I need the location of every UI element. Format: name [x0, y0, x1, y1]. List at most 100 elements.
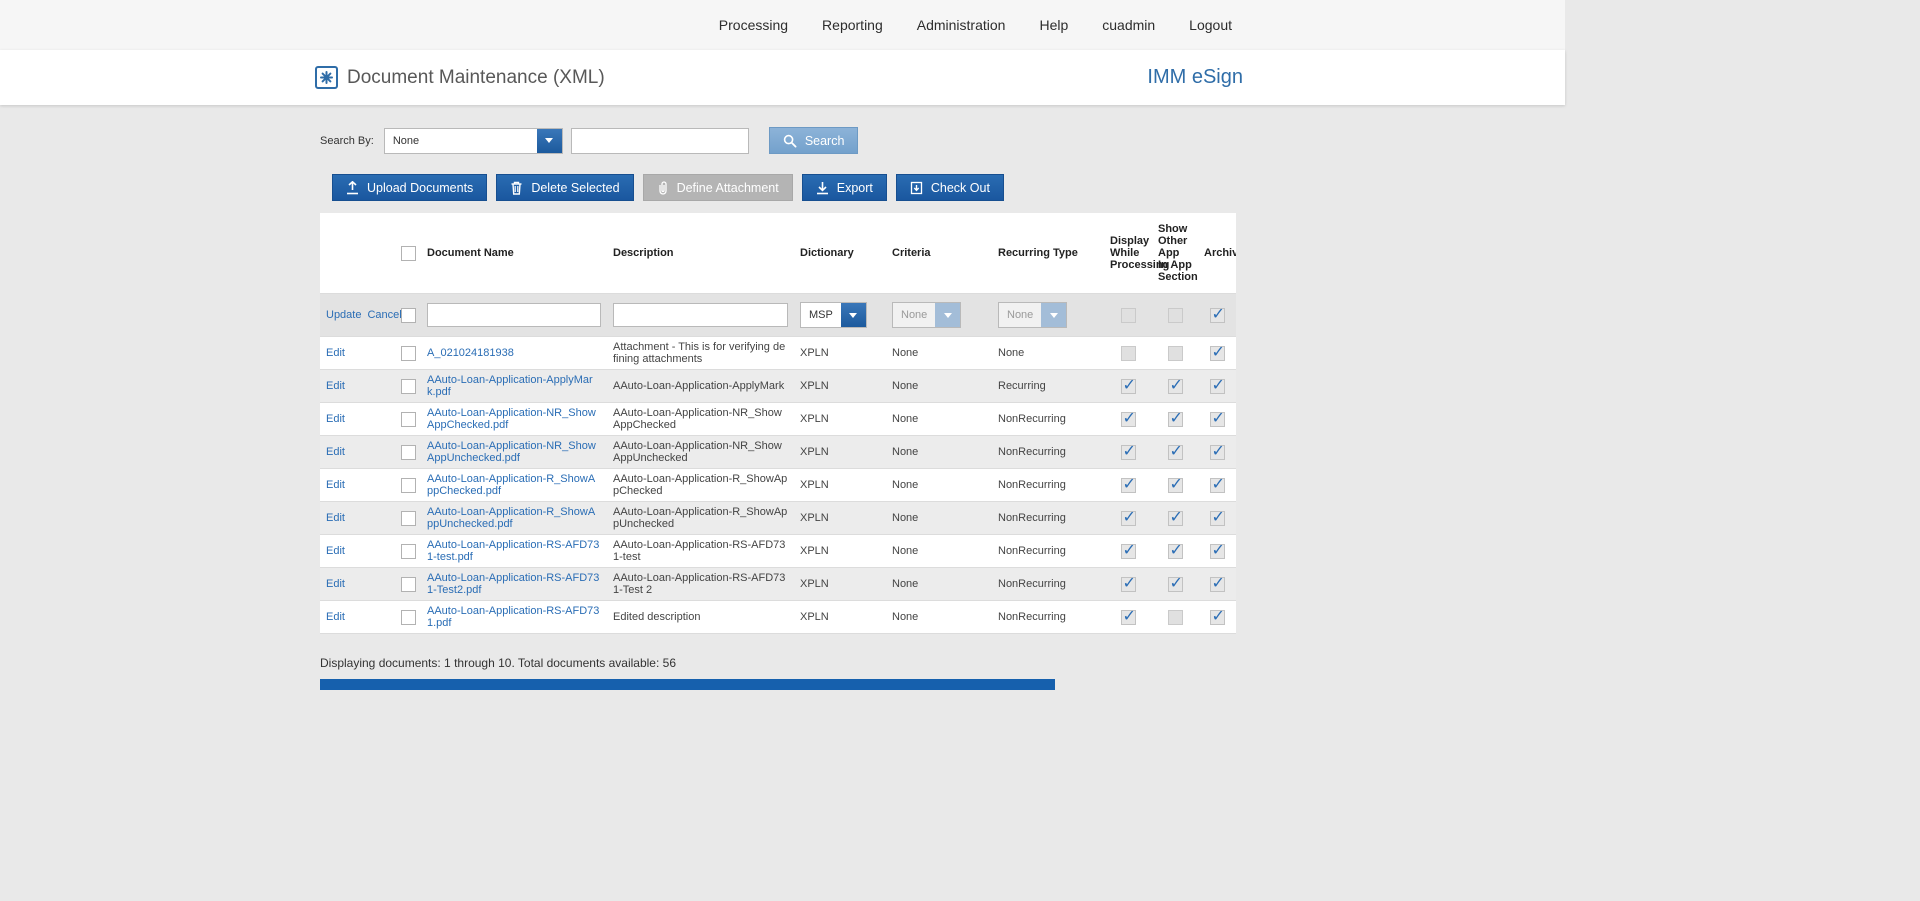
document-name-link[interactable]: AAuto-Loan-Application-RS-AFD731.pdf	[427, 605, 599, 629]
show-other-app-checkbox[interactable]	[1168, 544, 1183, 559]
show-other-app-checkbox[interactable]	[1168, 478, 1183, 493]
document-name-link[interactable]: AAuto-Loan-Application-R_ShowAppUnchecke…	[427, 506, 595, 530]
show-other-app-checkbox[interactable]	[1168, 379, 1183, 394]
document-name-link[interactable]: A_021024181938	[427, 347, 514, 359]
dictionary-cell: XPLN	[794, 469, 886, 502]
display-while-processing-checkbox[interactable]	[1121, 445, 1136, 460]
archive-header: Archiv	[1198, 213, 1236, 294]
display-while-processing-checkbox[interactable]	[1121, 610, 1136, 625]
display-while-processing-checkbox[interactable]	[1121, 511, 1136, 526]
edit-row-select-checkbox[interactable]	[401, 308, 416, 323]
show-other-app-checkbox[interactable]	[1168, 610, 1183, 625]
archive-checkbox[interactable]	[1210, 577, 1225, 592]
update-link[interactable]: Update	[326, 309, 361, 321]
archive-checkbox[interactable]	[1210, 478, 1225, 493]
brand-logo: IMM eSign	[1147, 66, 1243, 89]
document-name-link[interactable]: AAuto-Loan-Application-R_ShowAppChecked.…	[427, 473, 595, 497]
recurring-type-cell: None	[992, 337, 1104, 370]
edit-criteria-select[interactable]: None	[892, 302, 961, 328]
display-while-processing-checkbox[interactable]	[1121, 544, 1136, 559]
description-cell: AAuto-Loan-Application-R_ShowAppChecked	[607, 469, 794, 502]
row-select-checkbox[interactable]	[401, 478, 416, 493]
scrollbar-thumb[interactable]	[320, 679, 1055, 690]
edit-archive-checkbox[interactable]	[1210, 308, 1225, 323]
edit-recurring-type-select[interactable]: None	[998, 302, 1067, 328]
delete-selected-button[interactable]: Delete Selected	[496, 174, 633, 201]
row-select-checkbox[interactable]	[401, 610, 416, 625]
edit-link[interactable]: Edit	[326, 512, 345, 524]
show-other-app-checkbox[interactable]	[1168, 577, 1183, 592]
check-out-icon	[910, 181, 923, 195]
dictionary-cell: XPLN	[794, 337, 886, 370]
delete-selected-label: Delete Selected	[531, 181, 619, 195]
edit-link[interactable]: Edit	[326, 479, 345, 491]
archive-checkbox[interactable]	[1210, 379, 1225, 394]
edit-link[interactable]: Edit	[326, 545, 345, 557]
table-row: Edit A_021024181938 Attachment - This is…	[320, 337, 1236, 370]
row-select-checkbox[interactable]	[401, 412, 416, 427]
display-while-processing-checkbox[interactable]	[1121, 412, 1136, 427]
search-button[interactable]: Search	[769, 127, 859, 154]
main-content: Search By: None Search	[0, 105, 1565, 730]
define-attachment-button[interactable]: Define Attachment	[643, 174, 793, 201]
row-select-checkbox[interactable]	[401, 445, 416, 460]
document-name-link[interactable]: AAuto-Loan-Application-NR_ShowAppChecked…	[427, 407, 596, 431]
edit-dictionary-select[interactable]: MSP	[800, 302, 867, 328]
table-row: Edit AAuto-Loan-Application-RS-AFD731.pd…	[320, 601, 1236, 634]
row-select-checkbox[interactable]	[401, 511, 416, 526]
show-other-app-checkbox[interactable]	[1168, 412, 1183, 427]
table-row: Edit AAuto-Loan-Application-RS-AFD731-Te…	[320, 568, 1236, 601]
edit-display-checkbox[interactable]	[1121, 308, 1136, 323]
row-select-checkbox[interactable]	[401, 346, 416, 361]
edit-link[interactable]: Edit	[326, 413, 345, 425]
archive-checkbox[interactable]	[1210, 544, 1225, 559]
display-while-processing-checkbox[interactable]	[1121, 346, 1136, 361]
show-other-app-checkbox[interactable]	[1168, 445, 1183, 460]
edit-link[interactable]: Edit	[326, 380, 345, 392]
display-while-processing-checkbox[interactable]	[1121, 577, 1136, 592]
edit-link[interactable]: Edit	[326, 578, 345, 590]
archive-checkbox[interactable]	[1210, 610, 1225, 625]
dictionary-cell: XPLN	[794, 601, 886, 634]
nav-item-user-cuadmin[interactable]: cuadmin	[1102, 17, 1155, 33]
criteria-cell: None	[886, 568, 992, 601]
archive-checkbox[interactable]	[1210, 346, 1225, 361]
archive-checkbox[interactable]	[1210, 511, 1225, 526]
edit-name-input[interactable]	[427, 303, 601, 327]
archive-checkbox[interactable]	[1210, 445, 1225, 460]
nav-item-reporting[interactable]: Reporting	[822, 17, 883, 33]
edit-link[interactable]: Edit	[326, 446, 345, 458]
archive-checkbox[interactable]	[1210, 412, 1225, 427]
cancel-link[interactable]: Cancel	[367, 309, 401, 321]
edit-show-other-checkbox[interactable]	[1168, 308, 1183, 323]
nav-item-help[interactable]: Help	[1039, 17, 1068, 33]
dictionary-header: Dictionary	[794, 213, 886, 294]
document-name-link[interactable]: AAuto-Loan-Application-ApplyMark.pdf	[427, 374, 593, 398]
display-while-processing-checkbox[interactable]	[1121, 478, 1136, 493]
display-while-processing-checkbox[interactable]	[1121, 379, 1136, 394]
search-input[interactable]	[571, 128, 749, 154]
upload-documents-button[interactable]: Upload Documents	[332, 174, 487, 201]
document-name-link[interactable]: AAuto-Loan-Application-RS-AFD731-test.pd…	[427, 539, 599, 563]
nav-item-processing[interactable]: Processing	[719, 17, 788, 33]
nav-item-administration[interactable]: Administration	[917, 17, 1006, 33]
show-other-app-checkbox[interactable]	[1168, 511, 1183, 526]
dictionary-cell: XPLN	[794, 502, 886, 535]
export-button[interactable]: Export	[802, 174, 887, 201]
show-other-app-checkbox[interactable]	[1168, 346, 1183, 361]
search-by-select[interactable]: None	[384, 128, 563, 154]
export-label: Export	[837, 181, 873, 195]
document-name-link[interactable]: AAuto-Loan-Application-NR_ShowAppUncheck…	[427, 440, 596, 464]
check-out-button[interactable]: Check Out	[896, 174, 1004, 201]
edit-link[interactable]: Edit	[326, 347, 345, 359]
row-select-checkbox[interactable]	[401, 544, 416, 559]
edit-link[interactable]: Edit	[326, 611, 345, 623]
row-select-checkbox[interactable]	[401, 577, 416, 592]
horizontal-scrollbar[interactable]	[320, 679, 1236, 690]
edit-description-input[interactable]	[613, 303, 788, 327]
nav-item-logout[interactable]: Logout	[1189, 17, 1232, 33]
row-select-checkbox[interactable]	[401, 379, 416, 394]
document-name-link[interactable]: AAuto-Loan-Application-RS-AFD731-Test2.p…	[427, 572, 599, 596]
recurring-type-cell: NonRecurring	[992, 403, 1104, 436]
select-all-checkbox[interactable]	[401, 246, 416, 261]
